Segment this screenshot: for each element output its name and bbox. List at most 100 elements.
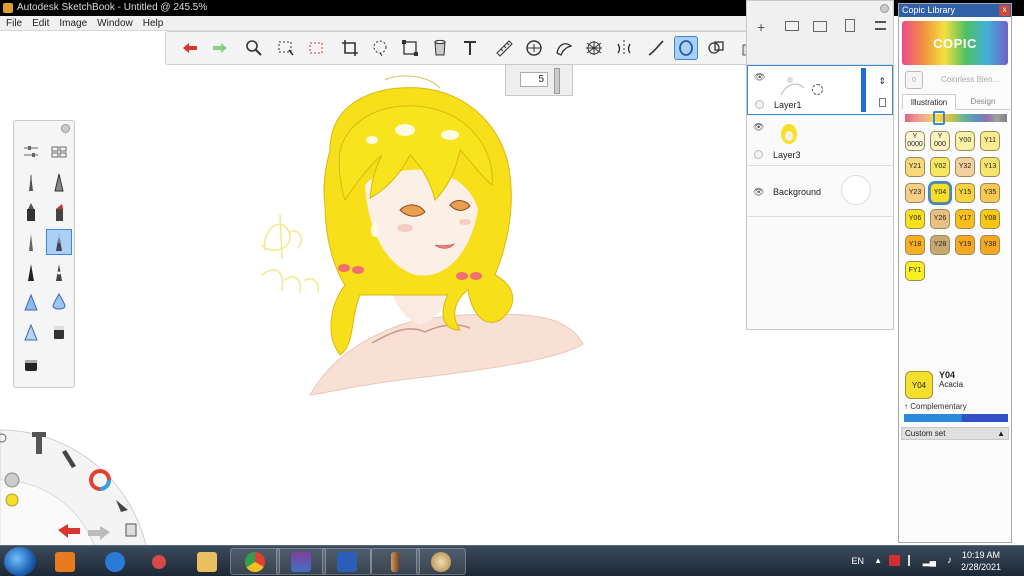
network-signal-icon[interactable]: ▂▄ — [923, 556, 936, 567]
brush-size-slider[interactable] — [554, 68, 560, 94]
brush-airbrush[interactable] — [18, 289, 44, 315]
background-color-swatch[interactable] — [841, 175, 871, 205]
lasso-tool-button[interactable] — [368, 36, 392, 60]
tray-expand-icon[interactable]: ▲ — [874, 556, 882, 565]
lock-icon[interactable] — [879, 98, 886, 107]
copic-chip[interactable]: Y 0000 — [905, 131, 925, 151]
custom-set-header[interactable]: Custom set ▲ — [901, 427, 1009, 440]
taskbar-internet-explorer[interactable] — [90, 548, 140, 575]
copic-chip[interactable]: Y04 — [930, 183, 950, 203]
copic-chip[interactable]: Y 000 — [930, 131, 950, 151]
copic-chip[interactable]: Y11 — [980, 131, 1000, 151]
taskbar-paint[interactable] — [416, 548, 466, 575]
taskbar-winrar[interactable] — [276, 548, 326, 575]
copic-chip[interactable]: FY1 — [905, 261, 925, 281]
brush-soft-airbrush[interactable] — [18, 319, 44, 345]
copic-chip[interactable]: Y18 — [905, 235, 925, 255]
complementary-bar[interactable] — [904, 414, 1008, 422]
palette-close-icon[interactable] — [61, 124, 70, 133]
brush-technical-pen[interactable] — [46, 169, 72, 195]
copic-chip[interactable]: Y00 — [955, 131, 975, 151]
marquee-add-button[interactable] — [304, 36, 328, 60]
brush-fountain-pen[interactable] — [18, 259, 44, 285]
copy-paste-icon[interactable] — [125, 523, 137, 537]
copic-chip[interactable]: Y19 — [955, 235, 975, 255]
brush-ballpoint[interactable] — [18, 229, 44, 255]
eye-visibility-icon[interactable]: 👁 — [753, 122, 764, 133]
brush-calligraphy[interactable] — [46, 259, 72, 285]
shape-tool-button[interactable] — [704, 36, 728, 60]
menu-window[interactable]: Window — [93, 16, 137, 31]
copic-chip[interactable]: Y28 — [930, 235, 950, 255]
trash-icon[interactable] — [845, 19, 855, 32]
menu-image[interactable]: Image — [55, 16, 91, 31]
brush-inking-pen[interactable] — [46, 229, 72, 255]
add-image-icon[interactable] — [813, 21, 827, 32]
copic-chip[interactable]: Y13 — [980, 157, 1000, 177]
flag-icon[interactable] — [908, 555, 918, 566]
menu-edit[interactable]: Edit — [28, 16, 53, 31]
layer-row-layer3[interactable]: 👁 Layer3 — [747, 116, 893, 166]
undo-button[interactable] — [178, 36, 202, 60]
taskbar-clock[interactable]: 10:19 AM 2/28/2021 — [956, 549, 1006, 573]
ruler-tool-button[interactable] — [492, 36, 516, 60]
hue-family-strip[interactable] — [905, 114, 1007, 122]
brush-soft-eraser[interactable] — [18, 351, 44, 377]
antivirus-icon[interactable] — [889, 555, 900, 566]
copic-chip[interactable]: Y35 — [980, 183, 1000, 203]
taskbar-chrome[interactable] — [230, 548, 280, 575]
taskbar-word[interactable] — [322, 548, 372, 575]
add-layer-icon[interactable]: + — [757, 19, 765, 35]
text-tool-button[interactable] — [458, 36, 482, 60]
perspective-button[interactable] — [582, 36, 606, 60]
layer-lock-toggle[interactable] — [754, 150, 763, 159]
layer-opacity-bar[interactable] — [861, 68, 866, 112]
copic-chip[interactable]: Y02 — [930, 157, 950, 177]
brush-watercolor[interactable] — [46, 289, 72, 315]
language-indicator[interactable]: EN — [851, 556, 864, 566]
copic-chip[interactable]: Y32 — [955, 157, 975, 177]
new-folder-icon[interactable] — [785, 21, 799, 31]
brush-marker[interactable] — [18, 199, 44, 225]
copic-chip[interactable]: Y17 — [955, 209, 975, 229]
fill-tool-button[interactable] — [428, 36, 452, 60]
blend-mode-icon[interactable]: ⇕ — [878, 76, 886, 87]
taskbar-sketchbook[interactable] — [370, 548, 420, 575]
ellipse-guide-button[interactable] — [522, 36, 546, 60]
taskbar-file-explorer[interactable] — [182, 548, 232, 575]
layer-row-background[interactable]: 👁 Background — [747, 167, 893, 217]
eye-visibility-icon[interactable]: 👁 — [754, 72, 765, 83]
complementary-toggle[interactable]: ↑ Complementary — [904, 402, 967, 411]
colorless-blender[interactable]: 0 Colorless Blen... — [905, 69, 1005, 91]
ellipse-tool-button[interactable] — [674, 36, 698, 60]
taskbar-media-player[interactable] — [40, 548, 90, 575]
volume-icon[interactable]: ♪ — [947, 555, 952, 566]
copic-chip[interactable]: Y06 — [905, 209, 925, 229]
copic-chip[interactable]: Y21 — [905, 157, 925, 177]
hue-family-selector[interactable] — [933, 111, 945, 125]
menu-file[interactable]: File — [2, 16, 26, 31]
french-curve-button[interactable] — [552, 36, 576, 60]
start-button[interactable] — [4, 547, 36, 576]
copic-chip[interactable]: Y08 — [980, 209, 1000, 229]
brush-library-grid-button[interactable] — [46, 139, 72, 165]
close-icon[interactable]: x — [999, 5, 1010, 16]
brush-pencil[interactable] — [18, 169, 44, 195]
menu-help[interactable]: Help — [139, 16, 168, 31]
select-tool-button[interactable] — [274, 36, 298, 60]
eye-visibility-icon[interactable]: 👁 — [753, 187, 764, 198]
brush-chisel[interactable] — [46, 199, 72, 225]
tab-design[interactable]: Design — [958, 94, 1008, 110]
layer-menu-icon[interactable] — [875, 21, 886, 30]
brush-size-input[interactable]: 5 — [520, 72, 548, 87]
layer-lock-toggle[interactable] — [755, 100, 764, 109]
brush-eraser[interactable] — [46, 319, 72, 345]
color-puck-icon[interactable] — [5, 493, 19, 507]
brush-size-puck-icon[interactable] — [4, 472, 20, 488]
symmetry-button[interactable] — [612, 36, 636, 60]
crop-tool-button[interactable] — [338, 36, 362, 60]
zoom-tool-button[interactable] — [242, 36, 266, 60]
stroke-tool-button[interactable] — [644, 36, 668, 60]
taskbar-snipping-tool[interactable] — [134, 548, 184, 575]
transform-tool-button[interactable] — [398, 36, 422, 60]
